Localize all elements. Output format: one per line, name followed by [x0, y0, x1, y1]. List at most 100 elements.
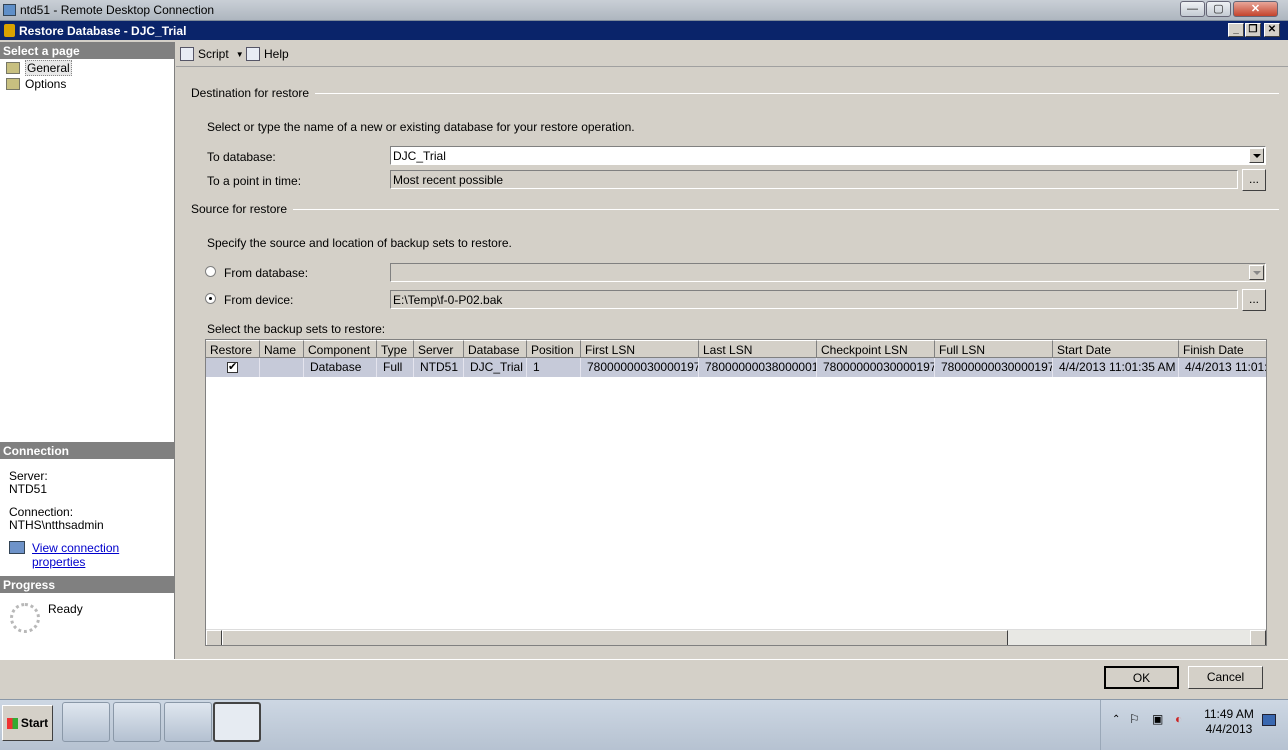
maximize-button[interactable]: ❐	[1245, 23, 1261, 37]
database-icon	[4, 24, 15, 37]
page-options[interactable]: Options	[6, 76, 66, 91]
first-lsn-cell: 78000000030000197	[581, 358, 699, 377]
table-row[interactable]: Database Full NTD51 DJC_Trial 1 78000000…	[206, 358, 1266, 377]
page-general-label: General	[25, 59, 72, 76]
point-in-time-browse-button[interactable]: ...	[1242, 169, 1266, 191]
help-label: Help	[264, 47, 289, 61]
divider	[293, 208, 1280, 210]
start-label: Start	[20, 716, 49, 730]
chevron-down-icon[interactable]	[1249, 265, 1264, 280]
to-database-combo[interactable]: DJC_Trial	[390, 146, 1266, 165]
column-header[interactable]: Server	[414, 340, 464, 358]
dialog-footer	[0, 659, 1288, 699]
from-database-combo[interactable]	[390, 263, 1266, 282]
column-header[interactable]: Checkpoint LSN	[817, 340, 935, 358]
taskbar: Start ⌃ ⚐ ▣ ◐ 11:49 AM 4/4/2013	[0, 699, 1288, 750]
column-header[interactable]: Type	[377, 340, 414, 358]
from-device-browse-button[interactable]: ...	[1242, 289, 1266, 311]
progress-spinner-icon	[10, 603, 40, 633]
rdp-restore-button[interactable]: ▢	[1206, 1, 1231, 17]
connection-header: Connection	[0, 442, 174, 459]
windows-logo-icon	[6, 717, 18, 729]
close-button[interactable]: ✕	[1264, 23, 1280, 37]
rdp-title-bar: ntd51 - Remote Desktop Connection — ▢ ✕	[0, 0, 1288, 21]
page-icon	[6, 61, 20, 74]
restore-checkbox[interactable]	[227, 360, 238, 374]
source-header-text: Source for restore	[191, 202, 288, 216]
chevron-down-icon[interactable]	[1249, 148, 1264, 163]
sql-management-task[interactable]	[213, 702, 261, 742]
destination-description: Select or type the name of a new or exis…	[207, 120, 635, 134]
page-icon	[6, 77, 20, 90]
flag-icon[interactable]: ⚐	[1129, 712, 1140, 726]
script-label: Script	[198, 47, 229, 61]
rdp-minimize-button[interactable]: —	[1180, 1, 1205, 17]
column-header[interactable]: Position	[527, 340, 581, 358]
column-header[interactable]: Restore	[206, 340, 260, 358]
remote-desktop-icon	[3, 4, 16, 16]
column-header[interactable]: Start Date	[1053, 340, 1179, 358]
powershell-task[interactable]	[113, 702, 161, 742]
component-cell: Database	[304, 358, 377, 377]
rdp-close-button[interactable]: ✕	[1233, 1, 1278, 17]
column-header[interactable]: Component	[304, 340, 377, 358]
from-database-label: From database:	[224, 266, 309, 280]
chevron-up-icon[interactable]: ⌃	[1112, 714, 1120, 725]
divider	[315, 92, 1280, 94]
column-header[interactable]: Last LSN	[699, 340, 817, 358]
volume-muted-icon[interactable]: ◐	[1175, 712, 1182, 726]
connection-value: NTHS\ntthsadmin	[9, 518, 104, 532]
name-cell	[260, 358, 304, 377]
server-manager-task[interactable]	[62, 702, 110, 742]
page-options-label: Options	[25, 76, 67, 91]
restore-cell[interactable]	[206, 358, 260, 377]
start-button[interactable]: Start	[2, 705, 53, 741]
to-database-value: DJC_Trial	[393, 149, 446, 163]
source-group-header: Source for restore	[191, 202, 1280, 216]
dialog-title: Restore Database - DJC_Trial	[19, 24, 187, 38]
system-tray: ⌃ ⚐ ▣ ◐	[1100, 700, 1288, 750]
progress-header: Progress	[0, 576, 174, 593]
column-header[interactable]: Database	[464, 340, 527, 358]
scroll-thumb[interactable]	[222, 630, 1008, 645]
show-desktop-icon[interactable]	[1262, 714, 1276, 726]
page-general[interactable]: General	[6, 59, 72, 76]
scroll-right-arrow[interactable]	[1250, 630, 1266, 645]
connection-label: Connection:	[9, 505, 74, 519]
cancel-button[interactable]: Cancel	[1188, 666, 1263, 689]
destination-header-text: Destination for restore	[191, 86, 310, 100]
select-page-header: Select a page	[0, 42, 174, 59]
help-button[interactable]: Help	[246, 46, 289, 62]
script-icon	[180, 47, 194, 61]
checkpoint-lsn-cell: 78000000030000197	[817, 358, 935, 377]
explorer-task[interactable]	[164, 702, 212, 742]
from-device-radio[interactable]	[205, 293, 216, 304]
clock-time: 11:49 AM	[1204, 707, 1254, 721]
finish-date-cell: 4/4/2013 11:01:	[1179, 358, 1266, 377]
clock[interactable]: 11:49 AM 4/4/2013	[1200, 707, 1258, 737]
scroll-left-arrow[interactable]	[206, 630, 222, 645]
view-connection-properties-link[interactable]: View connection properties	[32, 541, 174, 569]
script-button[interactable]: Script ▼	[180, 46, 244, 62]
column-header[interactable]: Finish Date	[1179, 340, 1266, 358]
to-database-label: To database:	[207, 150, 276, 164]
network-icon[interactable]: ▣	[1152, 712, 1163, 726]
ok-button[interactable]: OK	[1104, 666, 1179, 689]
chevron-down-icon: ▼	[235, 49, 244, 59]
grid-header: Restore Name Component Type Server Datab…	[206, 340, 1266, 358]
horizontal-scrollbar[interactable]	[206, 629, 1266, 645]
column-header[interactable]: First LSN	[581, 340, 699, 358]
backup-sets-grid[interactable]: Restore Name Component Type Server Datab…	[205, 339, 1267, 646]
left-pane: Select a page General Options Connection…	[0, 42, 175, 659]
minimize-button[interactable]: _	[1228, 23, 1244, 37]
column-header[interactable]: Name	[260, 340, 304, 358]
from-database-radio[interactable]	[205, 266, 216, 277]
type-cell: Full	[377, 358, 414, 377]
server-label: Server:	[9, 469, 48, 483]
full-lsn-cell: 78000000030000197	[935, 358, 1053, 377]
position-cell: 1	[527, 358, 581, 377]
connection-properties-icon	[9, 541, 25, 554]
point-in-time-field: Most recent possible	[390, 170, 1238, 189]
dialog-title-bar: Restore Database - DJC_Trial _ ❐ ✕	[0, 21, 1288, 40]
column-header[interactable]: Full LSN	[935, 340, 1053, 358]
